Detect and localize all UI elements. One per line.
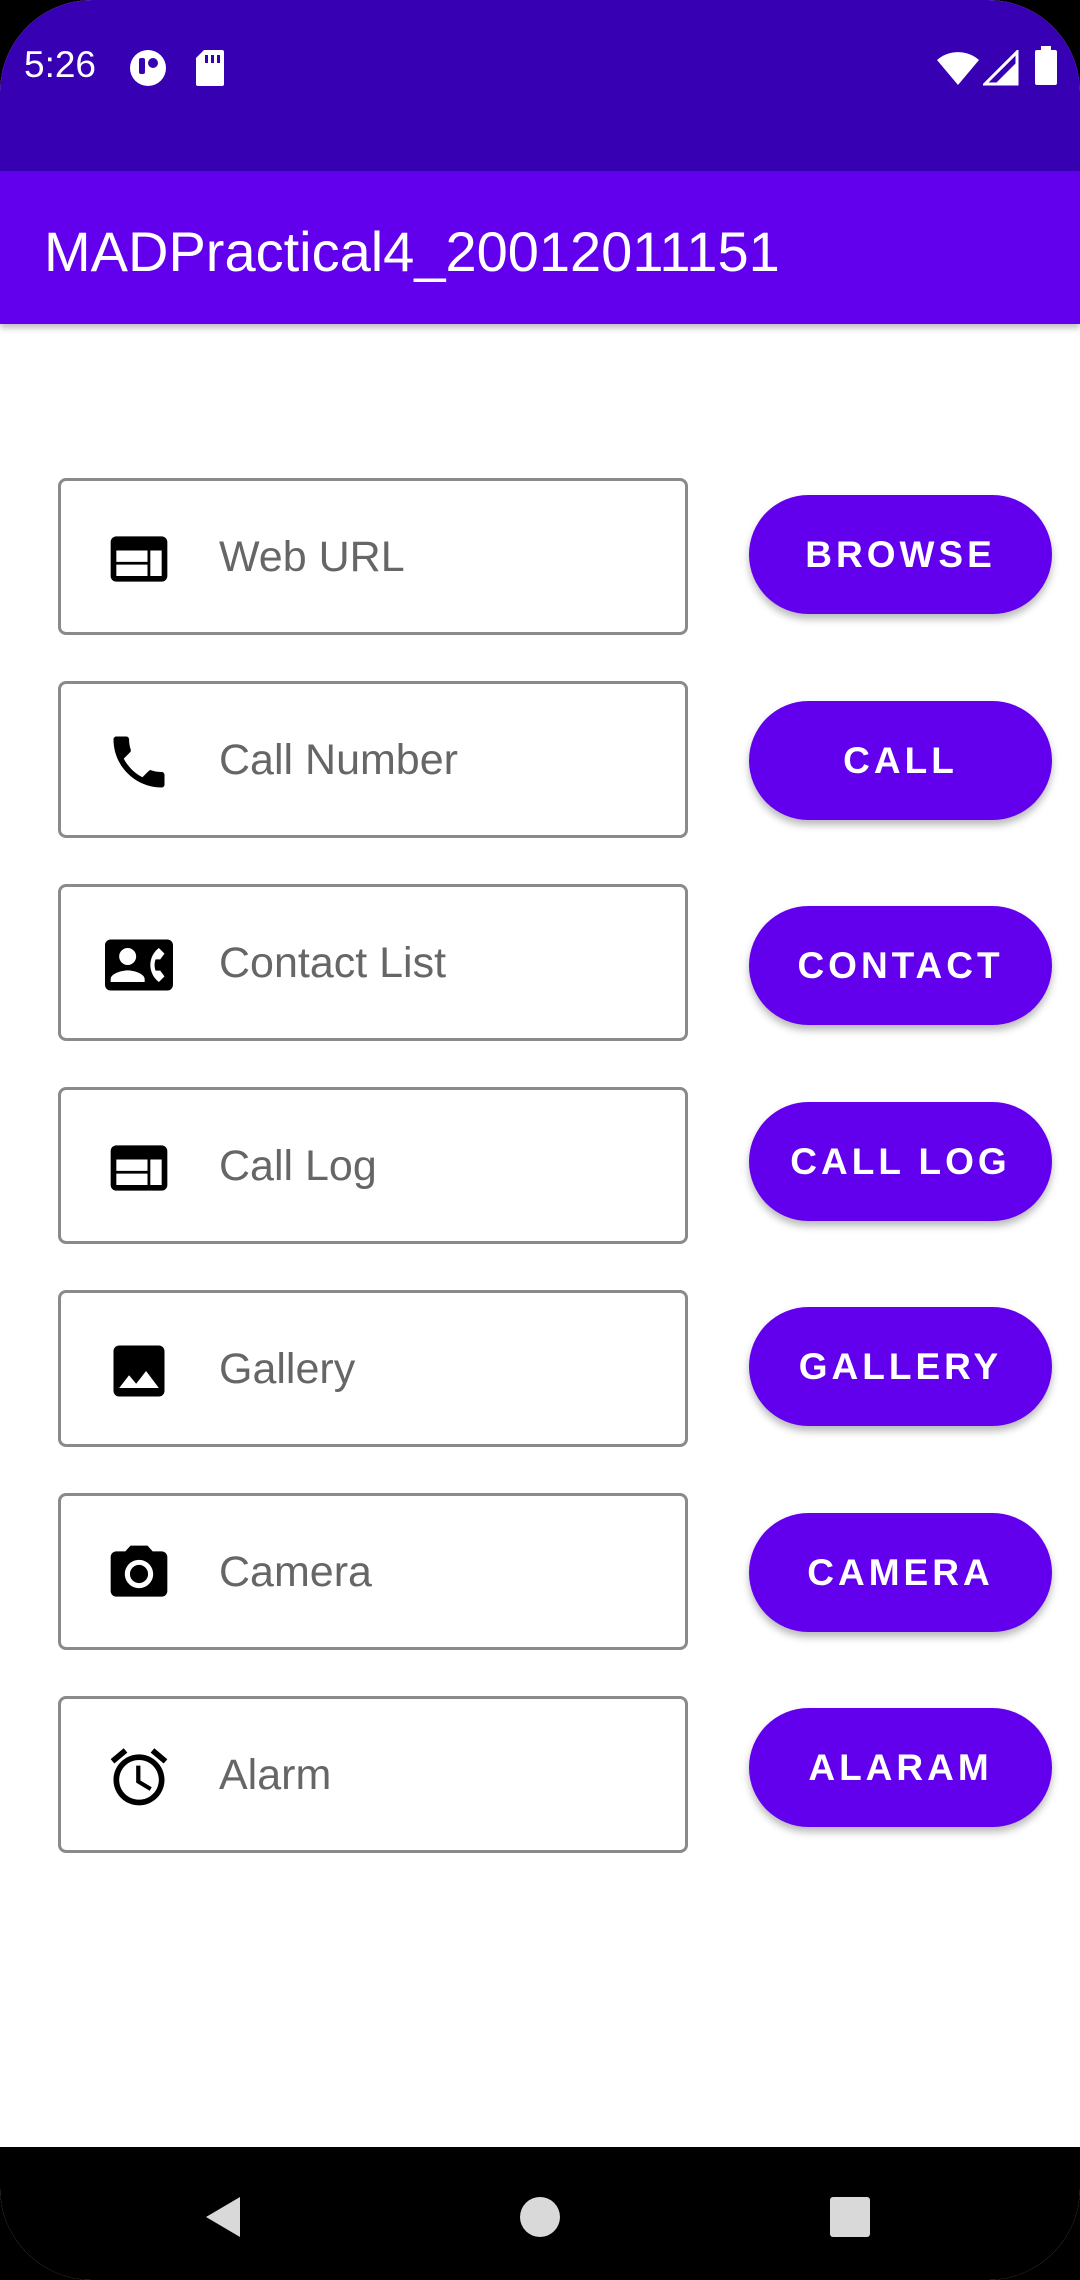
row-web-url: BROWSE [0, 478, 1080, 638]
navigation-bar [0, 2147, 1080, 2280]
call-log-field[interactable] [58, 1087, 688, 1244]
alarm-field[interactable] [58, 1696, 688, 1853]
row-call-number: CALL [0, 681, 1080, 841]
camera-button[interactable]: CAMERA [749, 1513, 1052, 1632]
phone-icon [105, 728, 173, 796]
app-bar: MADPractical4_20012011151 [0, 171, 1080, 324]
gallery-input[interactable] [219, 1323, 659, 1415]
call-number-field[interactable] [58, 681, 688, 838]
recents-icon[interactable] [820, 2187, 880, 2247]
row-call-log: CALL LOG [0, 1087, 1080, 1247]
gallery-button[interactable]: GALLERY [749, 1307, 1052, 1426]
home-icon[interactable] [510, 2187, 570, 2247]
call-log-input[interactable] [219, 1120, 659, 1212]
call-log-button[interactable]: CALL LOG [749, 1102, 1052, 1221]
web-icon [105, 1134, 173, 1202]
contact-card-icon [105, 931, 173, 999]
status-bar: 5:26 [0, 0, 1080, 171]
battery-icon [1034, 46, 1058, 91]
gallery-field[interactable] [58, 1290, 688, 1447]
contact-button[interactable]: CONTACT [749, 906, 1052, 1025]
contact-list-field[interactable] [58, 884, 688, 1041]
row-alarm: ALARAM [0, 1696, 1080, 1856]
camera-icon [105, 1540, 173, 1608]
call-button[interactable]: CALL [749, 701, 1052, 820]
signal-icon [981, 48, 1019, 91]
alaram-button[interactable]: ALARAM [749, 1708, 1052, 1827]
app-title: MADPractical4_20012011151 [44, 220, 780, 283]
notification-app-icon [128, 48, 168, 93]
alarm-icon [105, 1743, 173, 1811]
web-url-field[interactable] [58, 478, 688, 635]
image-icon [105, 1337, 173, 1405]
web-icon [105, 525, 173, 593]
camera-input[interactable] [219, 1526, 659, 1618]
camera-field[interactable] [58, 1493, 688, 1650]
status-time: 5:26 [24, 44, 97, 85]
browse-button[interactable]: BROWSE [749, 495, 1052, 614]
back-icon[interactable] [196, 2187, 256, 2247]
row-contact-list: CONTACT [0, 884, 1080, 1044]
contact-list-input[interactable] [219, 917, 659, 1009]
row-camera: CAMERA [0, 1493, 1080, 1653]
wifi-icon [936, 50, 980, 91]
web-url-input[interactable] [219, 511, 659, 603]
call-number-input[interactable] [219, 714, 659, 806]
app-screen: 5:26 MADPractical4_20012011151 Web URL B… [0, 0, 1080, 2280]
sd-card-icon [194, 48, 226, 93]
row-gallery: GALLERY [0, 1290, 1080, 1450]
alarm-input[interactable] [219, 1729, 659, 1821]
